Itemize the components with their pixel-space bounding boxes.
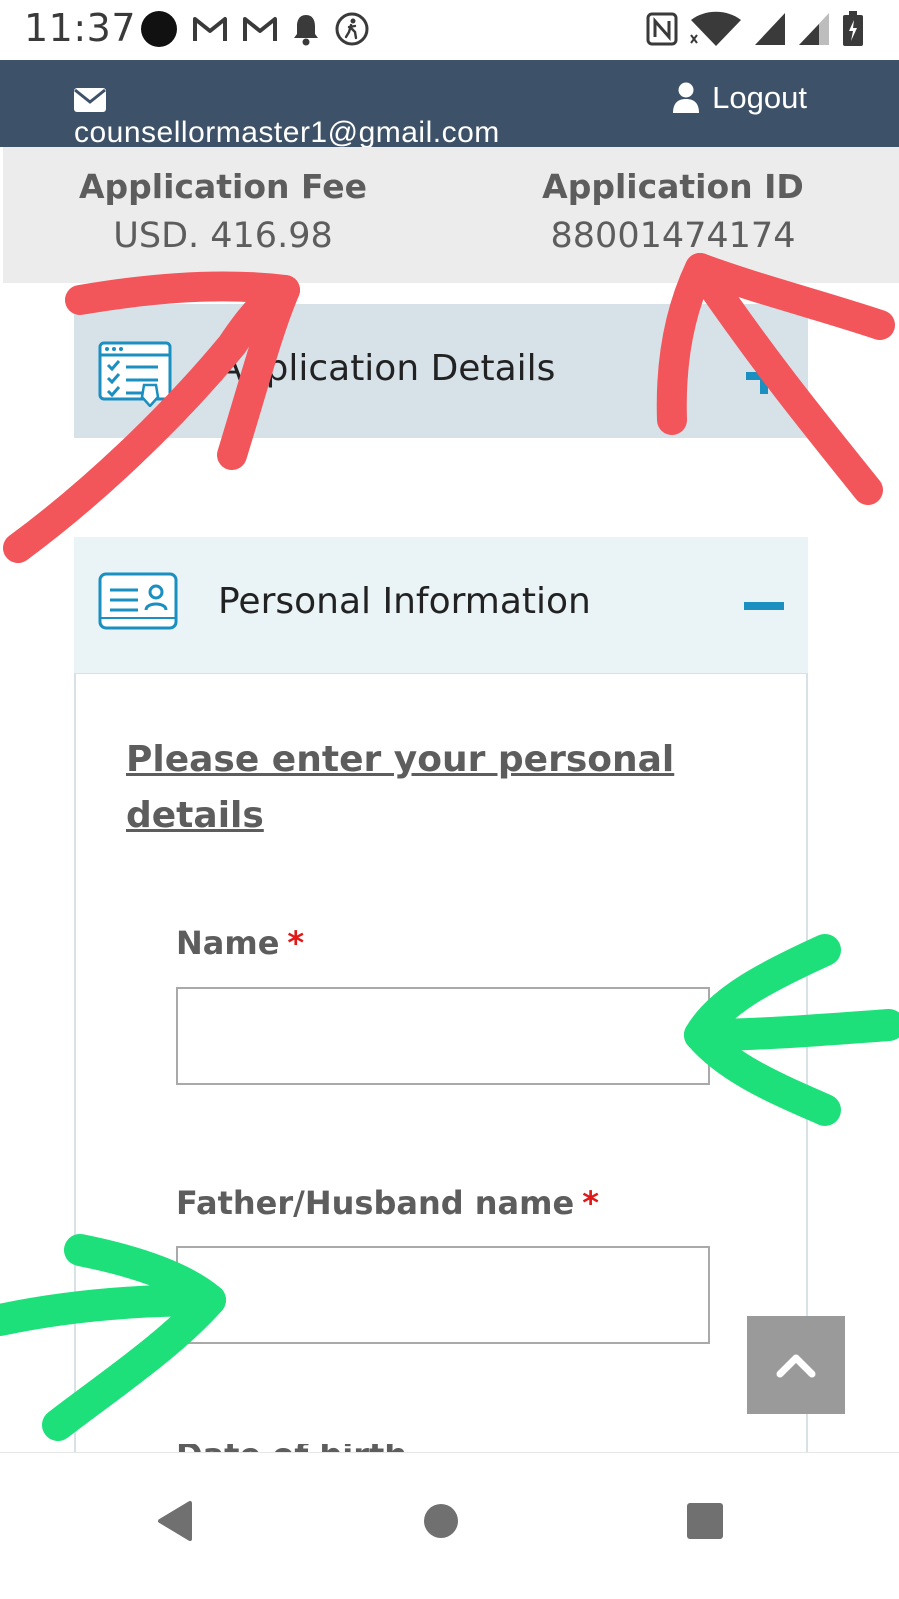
- notification-bell-icon: [294, 15, 318, 46]
- fee-label: Application Fee: [79, 167, 367, 206]
- activity-icon: [335, 12, 369, 46]
- accordion-application-details[interactable]: Application Details: [74, 304, 808, 438]
- wifi-icon: [690, 11, 741, 46]
- signal-icon: [755, 13, 785, 45]
- system-nav-bar: [0, 1452, 899, 1599]
- name-label: Name *: [176, 924, 304, 962]
- name-input[interactable]: [176, 987, 710, 1085]
- back-button[interactable]: [144, 1491, 204, 1551]
- user-email: counsellormaster1@gmail.com: [74, 116, 500, 147]
- fee-block: Application Fee USD. 416.98: [73, 167, 373, 256]
- required-mark: *: [582, 1184, 599, 1222]
- chevron-up-icon: [776, 1354, 816, 1378]
- required-mark: *: [287, 924, 305, 962]
- personal-information-panel: Please enter your personal details Name *…: [74, 673, 808, 1454]
- recents-button[interactable]: [675, 1491, 735, 1551]
- nfc-icon: [646, 12, 678, 46]
- home-button[interactable]: [411, 1491, 471, 1551]
- logout-label: Logout: [712, 80, 807, 115]
- application-id-value: 88001474174: [550, 216, 796, 256]
- accordion-personal-information[interactable]: Personal Information: [74, 537, 808, 673]
- recents-square-icon: [687, 1503, 723, 1539]
- battery-icon: [843, 11, 863, 46]
- gmail-icon: [193, 17, 227, 41]
- id-card-icon: [98, 572, 178, 630]
- gmail-icon: [243, 17, 277, 41]
- father-husband-input[interactable]: [176, 1246, 710, 1344]
- accordion-title: Personal Information: [218, 581, 591, 622]
- logout-button[interactable]: Logout: [672, 80, 807, 116]
- checklist-form-icon: [98, 341, 172, 407]
- father-husband-label-text: Father/Husband name: [176, 1184, 575, 1222]
- application-id-block: Application ID 88001474174: [523, 167, 823, 256]
- plus-icon[interactable]: [744, 356, 784, 396]
- application-id-label: Application ID: [542, 167, 804, 206]
- status-right-icons: [645, 10, 865, 48]
- fee-value: USD. 416.98: [113, 216, 333, 256]
- name-label-text: Name: [176, 924, 280, 962]
- minus-icon[interactable]: [744, 601, 784, 611]
- accordion-title: Application Details: [218, 348, 556, 389]
- father-husband-label: Father/Husband name *: [176, 1184, 599, 1222]
- mail-icon: [74, 88, 106, 112]
- back-triangle-icon: [158, 1501, 192, 1541]
- app-header: counsellormaster1@gmail.com Logout: [0, 60, 899, 147]
- status-bar: 11:37: [0, 0, 899, 60]
- application-summary: Application Fee USD. 416.98 Application …: [3, 147, 899, 283]
- scroll-to-top-button[interactable]: [747, 1316, 845, 1414]
- user-icon: [673, 82, 700, 113]
- form-heading: Please enter your personal details: [126, 739, 675, 836]
- status-left-icons: [140, 10, 370, 48]
- record-dot-icon: [141, 11, 177, 47]
- status-time: 11:37: [24, 6, 137, 50]
- home-circle-icon: [424, 1504, 458, 1538]
- signal-icon: [799, 13, 829, 45]
